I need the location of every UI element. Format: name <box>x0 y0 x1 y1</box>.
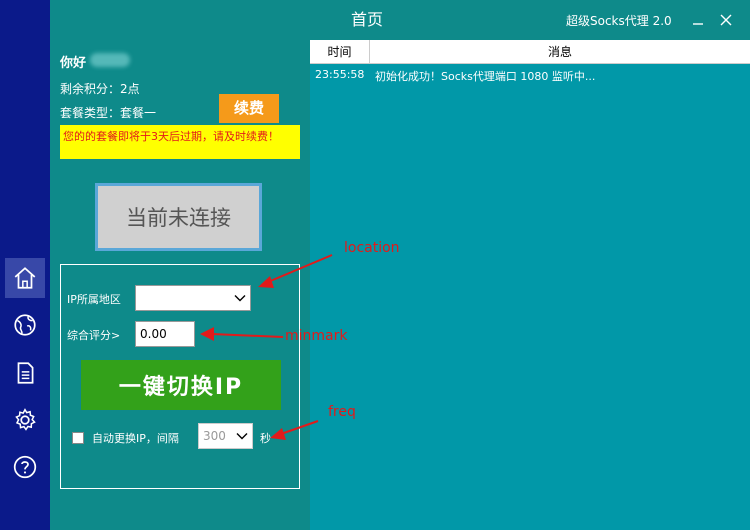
arrow-location <box>258 254 333 288</box>
arrow-minmark <box>200 327 284 341</box>
arrow-freq <box>270 420 319 440</box>
annotation-arrows <box>200 254 333 440</box>
